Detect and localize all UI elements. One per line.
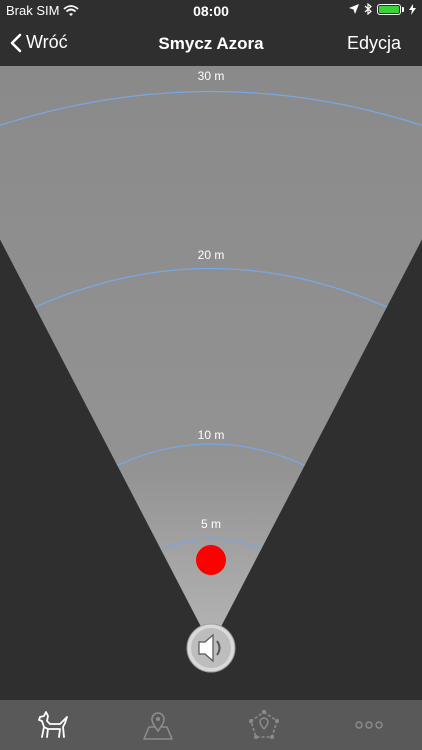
tab-dog[interactable] <box>0 700 106 750</box>
dog-icon <box>37 711 68 738</box>
more-icon <box>355 721 383 729</box>
map-pin-icon <box>143 712 174 740</box>
battery-icon <box>377 3 401 15</box>
ring-label-5m: 5 m <box>201 517 221 531</box>
sound-button[interactable] <box>186 623 236 673</box>
navigation-bar: Wróć Smycz Azora Edycja <box>0 22 422 66</box>
battery-fill <box>379 5 399 13</box>
tab-zone[interactable] <box>211 700 317 750</box>
battery-tip <box>402 6 404 12</box>
bluetooth-icon <box>364 3 372 15</box>
location-arrow-icon <box>349 4 359 14</box>
tab-map[interactable] <box>106 700 212 750</box>
ring-label-10m: 10 m <box>198 428 225 442</box>
status-bar: Brak SIM 08:00 <box>0 0 422 22</box>
tab-bar <box>0 700 422 750</box>
ring-label-20m: 20 m <box>198 248 225 262</box>
geofence-icon <box>248 710 279 739</box>
dog-location-marker <box>196 545 226 575</box>
radar-view: 30 m 20 m 10 m 5 m <box>0 66 422 673</box>
ring-label-30m: 30 m <box>198 69 225 83</box>
edit-button[interactable]: Edycja <box>347 33 401 54</box>
charging-icon <box>409 3 416 15</box>
status-right <box>349 3 416 15</box>
tab-more[interactable] <box>317 700 422 750</box>
